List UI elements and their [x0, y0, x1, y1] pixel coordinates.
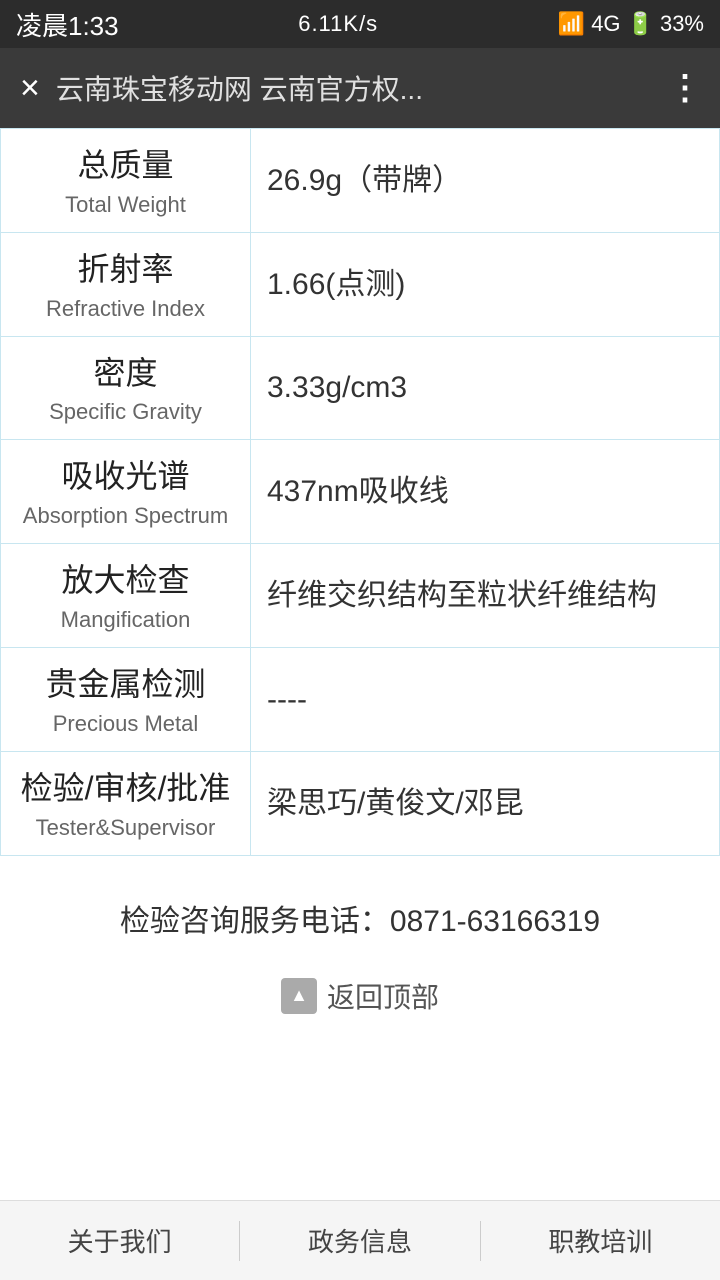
label-en-2: Specific Gravity	[17, 399, 234, 425]
label-cn-4: 放大检查	[17, 558, 234, 603]
value-cell-2: 3.33g/cm3	[251, 336, 720, 440]
network-type: 4G	[591, 11, 620, 37]
label-en-3: Absorption Spectrum	[17, 503, 234, 529]
back-to-top-label: 返回顶部	[327, 976, 439, 1016]
battery-level: 33%	[660, 11, 704, 37]
label-en-6: Tester&Supervisor	[17, 815, 234, 841]
table-row: 放大检查 Mangification 纤维交织结构至粒状纤维结构	[1, 544, 720, 648]
label-en-5: Precious Metal	[17, 711, 234, 737]
status-time: 凌晨1:33	[16, 6, 119, 43]
page-title: 云南珠宝移动网 云南官方权...	[56, 68, 652, 108]
bottom-navigation: 关于我们 政务信息 职教培训	[0, 1200, 720, 1280]
more-options-button[interactable]: ⋮	[668, 68, 700, 108]
label-cn-1: 折射率	[17, 247, 234, 292]
value-cell-0: 26.9g（带牌）	[251, 129, 720, 233]
label-cell-5: 贵金属检测 Precious Metal	[1, 647, 251, 751]
status-bar: 凌晨1:33 6.11K/s 📶 4G 🔋 33%	[0, 0, 720, 48]
label-cell-3: 吸收光谱 Absorption Spectrum	[1, 440, 251, 544]
label-cn-3: 吸收光谱	[17, 454, 234, 499]
label-cn-2: 密度	[17, 351, 234, 396]
label-cell-6: 检验/审核/批准 Tester&Supervisor	[1, 751, 251, 855]
label-cell-1: 折射率 Refractive Index	[1, 232, 251, 336]
browser-bar: × 云南珠宝移动网 云南官方权... ⋮	[0, 48, 720, 128]
table-row: 检验/审核/批准 Tester&Supervisor 梁思巧/黄俊文/邓昆	[1, 751, 720, 855]
close-button[interactable]: ×	[20, 69, 40, 108]
label-cell-2: 密度 Specific Gravity	[1, 336, 251, 440]
certificate-table: 总质量 Total Weight 26.9g（带牌） 折射率 Refractiv…	[0, 128, 720, 856]
nav-government[interactable]: 政务信息	[240, 1212, 479, 1269]
label-cn-6: 检验/审核/批准	[17, 766, 234, 811]
value-cell-3: 437nm吸收线	[251, 440, 720, 544]
value-cell-1: 1.66(点测)	[251, 232, 720, 336]
label-cn-5: 贵金属检测	[17, 662, 234, 707]
signal-icon: 📶	[558, 11, 585, 37]
status-network: 6.11K/s	[298, 11, 378, 37]
nav-about[interactable]: 关于我们	[0, 1212, 239, 1269]
battery-icon: 🔋	[627, 11, 654, 37]
value-cell-4: 纤维交织结构至粒状纤维结构	[251, 544, 720, 648]
table-row: 总质量 Total Weight 26.9g（带牌）	[1, 129, 720, 233]
value-cell-5: ----	[251, 647, 720, 751]
table-row: 吸收光谱 Absorption Spectrum 437nm吸收线	[1, 440, 720, 544]
back-to-top-icon	[281, 978, 317, 1014]
status-right-icons: 📶 4G 🔋 33%	[558, 11, 704, 37]
label-en-4: Mangification	[17, 607, 234, 633]
label-cell-4: 放大检查 Mangification	[1, 544, 251, 648]
label-cn-0: 总质量	[17, 143, 234, 188]
footer-phone: 检验咨询服务电话：0871-63166319	[0, 856, 720, 960]
table-row: 贵金属检测 Precious Metal ----	[1, 647, 720, 751]
back-to-top-button[interactable]: 返回顶部	[0, 960, 720, 1056]
table-row: 密度 Specific Gravity 3.33g/cm3	[1, 336, 720, 440]
nav-vocational[interactable]: 职教培训	[481, 1212, 720, 1269]
label-en-0: Total Weight	[17, 192, 234, 218]
label-cell-0: 总质量 Total Weight	[1, 129, 251, 233]
value-cell-6: 梁思巧/黄俊文/邓昆	[251, 751, 720, 855]
table-row: 折射率 Refractive Index 1.66(点测)	[1, 232, 720, 336]
label-en-1: Refractive Index	[17, 296, 234, 322]
